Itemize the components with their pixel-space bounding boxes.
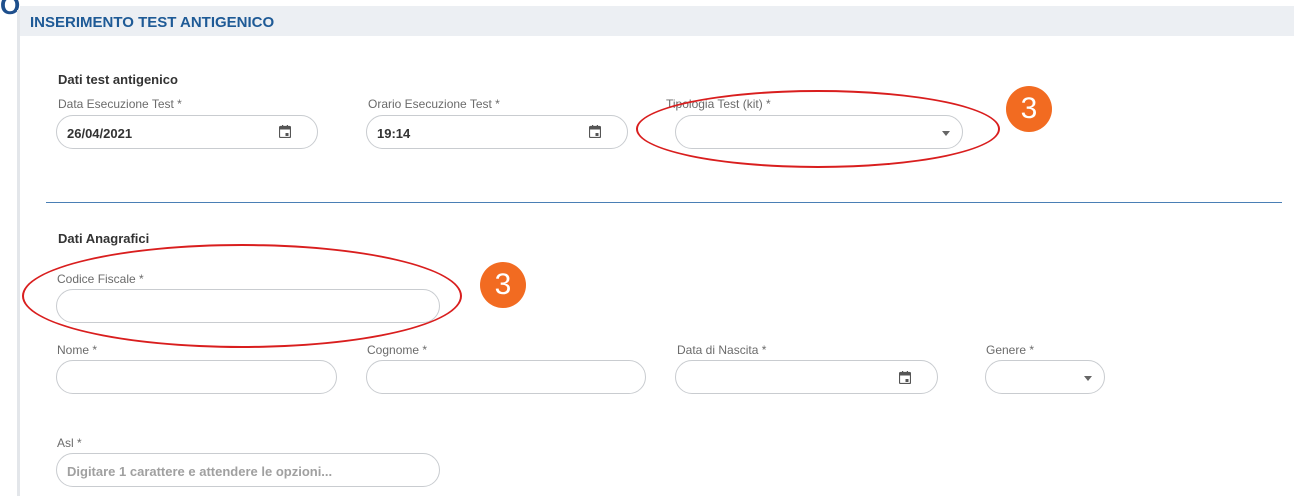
annotation-ellipse-kit [636, 90, 1000, 168]
calendar-icon[interactable] [899, 371, 911, 384]
asl-label: Asl * [57, 436, 82, 450]
cognome-label: Cognome * [367, 343, 428, 357]
asl-placeholder: Digitare 1 carattere e attendere le opzi… [67, 464, 333, 479]
test-section-title: Dati test antigenico [58, 72, 178, 87]
annotation-badge-1: 3 [1006, 86, 1052, 132]
nome-input[interactable] [56, 360, 337, 394]
annotation-badge-2: 3 [480, 262, 526, 308]
section-divider [46, 202, 1282, 203]
annotation-ellipse-codice-fiscale [22, 244, 462, 348]
time-label: Orario Esecuzione Test * [368, 97, 500, 111]
calendar-icon[interactable] [589, 125, 601, 138]
time-value: 19:14 [377, 126, 411, 141]
data-nascita-field[interactable] [675, 360, 938, 394]
genere-label: Genere * [986, 343, 1035, 357]
asl-input[interactable]: Digitare 1 carattere e attendere le opzi… [56, 453, 440, 487]
cognome-input[interactable] [366, 360, 646, 394]
date-field[interactable]: 26/04/2021 [56, 115, 318, 149]
data-nascita-label: Data di Nascita * [677, 343, 767, 357]
calendar-icon[interactable] [279, 125, 291, 138]
page-title: INSERIMENTO TEST ANTIGENICO [30, 14, 275, 31]
genere-select[interactable] [985, 360, 1105, 394]
date-value: 26/04/2021 [67, 126, 133, 141]
chevron-down-icon[interactable] [1084, 376, 1092, 381]
anagrafica-section-title: Dati Anagrafici [58, 231, 150, 246]
page-header: INSERIMENTO TEST ANTIGENICO [20, 6, 1294, 36]
left-border [17, 10, 20, 496]
time-field[interactable]: 19:14 [366, 115, 628, 149]
date-label: Data Esecuzione Test * [58, 97, 182, 111]
nome-label: Nome * [57, 343, 98, 357]
